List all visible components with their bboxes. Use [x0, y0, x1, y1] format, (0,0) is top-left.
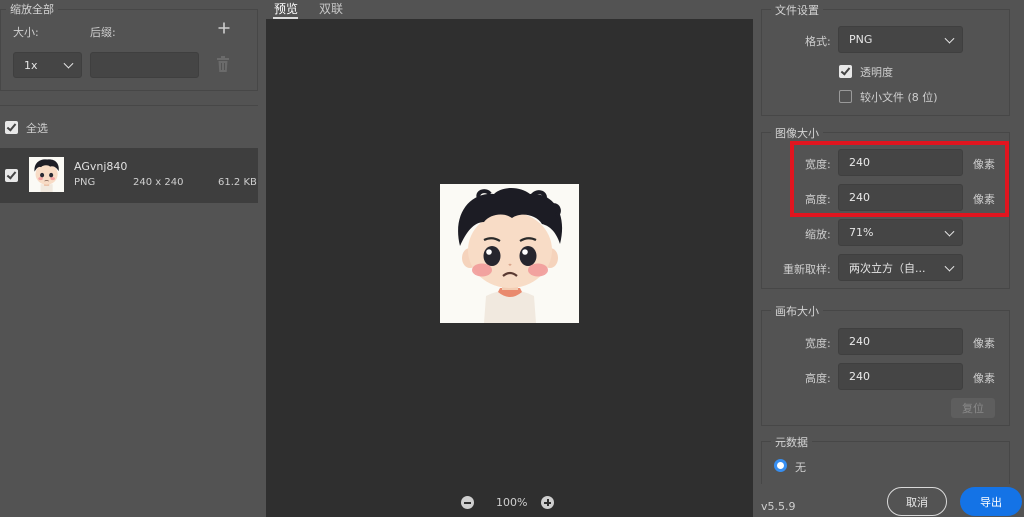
left-panel: 缩放全部 大小: 后缀: 1x 全选 AGvnj840 PNG 240 x 24… — [0, 0, 266, 517]
highlight-box — [790, 141, 1009, 217]
preview-image — [440, 184, 579, 323]
scale-value: 71% — [849, 226, 874, 239]
metadata-none-label: 无 — [795, 461, 806, 474]
suffix-label: 后缀: — [90, 26, 116, 39]
asset-row[interactable]: AGvnj840 PNG 240 x 240 61.2 KB — [0, 148, 258, 203]
asset-checkbox[interactable] — [5, 169, 18, 182]
select-all-checkbox[interactable] — [5, 121, 18, 134]
asset-thumbnail — [29, 157, 64, 192]
scale-label: 缩放: — [805, 228, 831, 241]
preview-tabbar: 预览 双联 — [266, 0, 753, 19]
scale-all-title: 缩放全部 — [6, 1, 58, 17]
resample-value: 两次立方（自... — [849, 261, 926, 275]
zoom-in-button[interactable] — [541, 496, 554, 509]
asset-name: AGvnj840 — [74, 160, 128, 173]
cancel-button[interactable]: 取消 — [887, 487, 947, 516]
canvas-height-unit: 像素 — [973, 372, 995, 385]
format-dropdown[interactable]: PNG — [838, 26, 963, 53]
scale-dropdown[interactable]: 71% — [838, 219, 963, 246]
version-label: v5.5.9 — [761, 500, 796, 513]
resample-dropdown[interactable]: 两次立方（自... — [838, 254, 963, 281]
canvas-size-title: 画布大小 — [771, 303, 823, 319]
size-label: 大小: — [13, 26, 39, 39]
transparency-label: 透明度 — [860, 66, 893, 79]
resample-label: 重新取样: — [783, 263, 831, 276]
export-button[interactable]: 导出 — [960, 487, 1022, 516]
canvas-height-input[interactable]: 240 — [838, 363, 963, 390]
metadata-none-radio[interactable] — [774, 459, 787, 472]
tab-preview[interactable]: 预览 — [274, 0, 298, 17]
zoom-level: 100% — [496, 496, 528, 509]
asset-dimensions: 240 x 240 — [133, 177, 184, 188]
image-size-title: 图像大小 — [771, 125, 823, 141]
chevron-down-icon — [944, 226, 955, 237]
canvas-width-unit: 像素 — [973, 337, 995, 350]
trash-icon — [217, 56, 229, 72]
smaller-file-label: 较小文件 (8 位) — [860, 91, 938, 104]
size-dropdown-value: 1x — [24, 58, 38, 72]
metadata-title: 元数据 — [771, 434, 812, 450]
chevron-down-icon — [944, 33, 955, 44]
select-all-label: 全选 — [26, 122, 48, 135]
zoom-out-button[interactable] — [461, 496, 474, 509]
plus-icon — [218, 22, 230, 34]
asset-format: PNG — [74, 177, 96, 188]
suffix-input[interactable] — [90, 52, 199, 78]
format-value: PNG — [849, 33, 873, 46]
reset-button[interactable]: 复位 — [951, 398, 995, 418]
preview-area: 预览 双联 100% — [266, 0, 753, 517]
canvas-width-input[interactable]: 240 — [838, 328, 963, 355]
canvas-width-label: 宽度: — [805, 337, 831, 350]
tab-2-up[interactable]: 双联 — [319, 0, 343, 17]
settings-panel: 文件设置 格式: PNG 透明度 较小文件 (8 位) 图像大小 宽度: 240… — [753, 0, 1024, 517]
asset-filesize: 61.2 KB — [218, 177, 257, 188]
transparency-checkbox[interactable] — [839, 65, 852, 78]
add-scale-button[interactable] — [217, 21, 231, 35]
chevron-down-icon — [63, 58, 74, 69]
chevron-down-icon — [944, 261, 955, 272]
canvas-height-label: 高度: — [805, 372, 831, 385]
file-settings-title: 文件设置 — [771, 2, 823, 18]
active-tab-indicator — [273, 17, 298, 19]
divider — [0, 105, 258, 106]
smaller-file-checkbox[interactable] — [839, 90, 852, 103]
size-dropdown[interactable]: 1x — [13, 52, 82, 78]
delete-scale-button[interactable] — [216, 56, 230, 73]
format-label: 格式: — [805, 35, 831, 48]
